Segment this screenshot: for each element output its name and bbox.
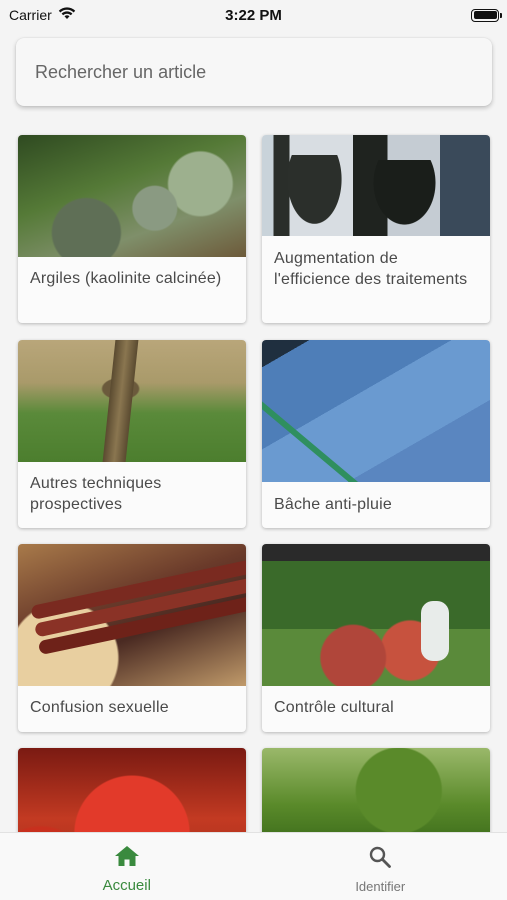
vine-photo (262, 748, 490, 832)
article-card-confusion[interactable]: Confusion sexuelle (18, 544, 246, 732)
search-bar[interactable] (16, 38, 492, 106)
article-title: Confusion sexuelle (30, 699, 169, 716)
article-card-bache[interactable]: Bâche anti-pluie (262, 340, 490, 528)
apples-trap-photo (262, 544, 490, 686)
tab-label: Identifier (355, 879, 406, 894)
article-title: Contrôle cultural (274, 699, 394, 716)
search-input[interactable] (35, 61, 492, 83)
article-title: Bâche anti-pluie (274, 496, 392, 513)
home-icon (114, 845, 140, 871)
carrier-label: Carrier (9, 7, 52, 23)
article-title: Augmentation de l'efficience des traitem… (274, 250, 468, 288)
tab-identifier[interactable]: Identifier (254, 833, 507, 900)
article-card-autres[interactable]: Autres techniques prospectives (18, 340, 246, 528)
status-bar: Carrier 3:22 PM (0, 0, 507, 30)
article-grid: Argiles (kaolinite calcinée) Augmentatio… (0, 118, 507, 832)
article-card-efficience[interactable]: Augmentation de l'efficience des traitem… (262, 135, 490, 323)
sprayer-photo (262, 135, 490, 236)
article-card-7[interactable] (18, 748, 246, 832)
search-icon (368, 845, 392, 873)
pheromone-dispenser-photo (18, 544, 246, 686)
article-card-8[interactable] (262, 748, 490, 832)
article-title: Autres techniques prospectives (30, 475, 162, 513)
bottom-navigation: Accueil Identifier (0, 832, 507, 900)
wifi-icon (58, 7, 76, 23)
tab-accueil[interactable]: Accueil (0, 833, 254, 900)
article-card-argiles[interactable]: Argiles (kaolinite calcinée) (18, 135, 246, 323)
article-card-controle[interactable]: Contrôle cultural (262, 544, 490, 732)
apricot-photo (18, 748, 246, 832)
leaves-photo (18, 135, 246, 257)
rain-cover-photo (262, 340, 490, 482)
battery-icon (471, 8, 502, 22)
orchard-tree-photo (18, 340, 246, 462)
article-title: Argiles (kaolinite calcinée) (30, 270, 222, 287)
clock: 3:22 PM (225, 6, 282, 24)
tab-label: Accueil (102, 877, 151, 894)
